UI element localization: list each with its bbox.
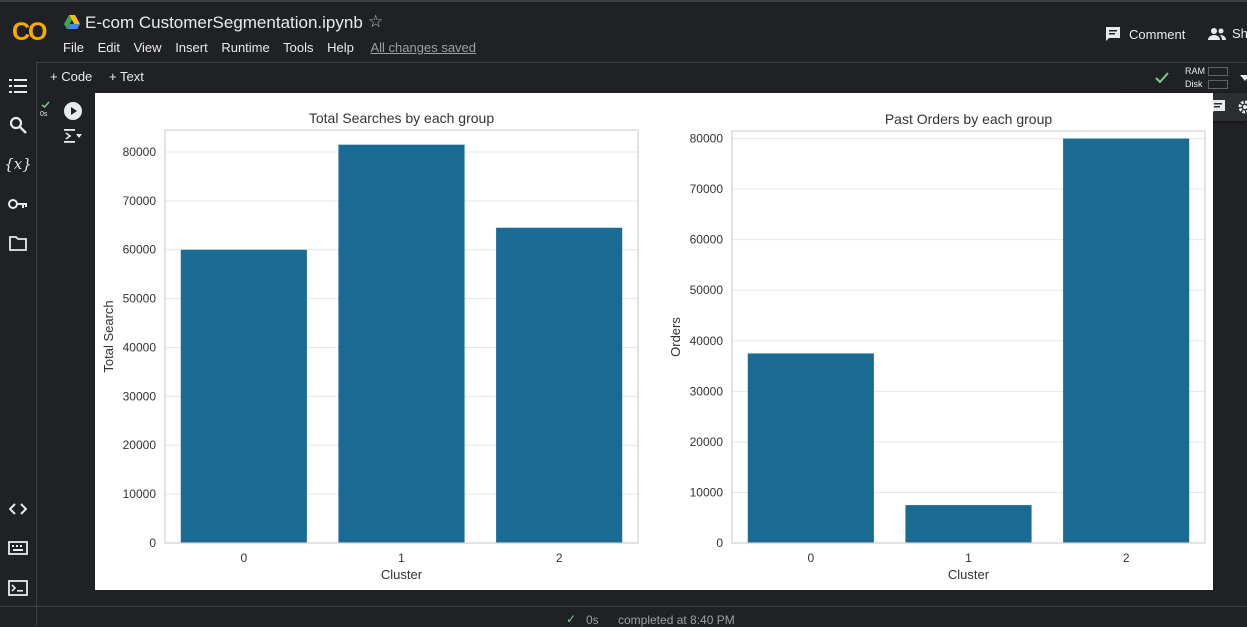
add-code-button[interactable]: + Code — [50, 69, 92, 84]
left-sidebar: {x} — [0, 62, 37, 626]
menu-bar: File Edit View Insert Runtime Tools Help… — [63, 40, 486, 55]
chart1-bar-0 — [180, 249, 307, 544]
chart1-bar-2 — [496, 227, 623, 544]
chart2-y-tick-label: 0 — [716, 536, 723, 550]
cell-gutter: 0s — [37, 93, 95, 593]
chart1-x-tick-label: 2 — [556, 551, 563, 565]
chart2-y-axis-label: Orders — [668, 317, 683, 357]
chart2-y-tick-label: 60000 — [690, 233, 724, 247]
chart1-x-tick-label: 1 — [398, 551, 405, 565]
chart1-y-tick-label: 60000 — [123, 243, 157, 257]
chart2-y-tick-label: 30000 — [690, 384, 724, 398]
menu-tools[interactable]: Tools — [283, 40, 313, 55]
chart1-y-tick-label: 40000 — [123, 340, 157, 354]
save-status[interactable]: All changes saved — [371, 40, 477, 55]
chart1-y-tick-label: 80000 — [123, 145, 157, 159]
ram-bar — [1208, 67, 1228, 76]
chart1-title: Total Searches by each group — [309, 110, 494, 126]
chart2-x-axis-label: Cluster — [948, 567, 990, 582]
status-bar: ✓ 0s completed at 8:40 PM — [0, 606, 1247, 627]
connected-check-icon — [1155, 72, 1169, 83]
chart2-y-tick-label: 10000 — [690, 485, 724, 499]
search-icon[interactable] — [8, 115, 28, 135]
folder-icon[interactable] — [8, 233, 28, 253]
code-snippets-icon[interactable] — [8, 499, 28, 519]
comment-icon — [1106, 27, 1120, 41]
chart1-y-tick-label: 0 — [149, 536, 156, 550]
chart2-y-tick-label: 40000 — [690, 334, 724, 348]
share-label: Sh — [1232, 26, 1247, 41]
people-icon — [1208, 28, 1226, 40]
chart2-bar-2 — [1063, 138, 1190, 543]
command-palette-icon[interactable] — [8, 538, 28, 558]
menu-view[interactable]: View — [134, 40, 162, 55]
resources-indicator[interactable]: RAM Disk — [1155, 65, 1247, 91]
status-time: 0s — [586, 613, 599, 627]
menu-file[interactable]: File — [63, 40, 84, 55]
menu-edit[interactable]: Edit — [98, 40, 120, 55]
logo-text: CO — [12, 18, 47, 46]
chart2-y-tick-label: 20000 — [690, 435, 724, 449]
chart1-x-axis-label: Cluster — [381, 567, 423, 582]
status-text: completed at 8:40 PM — [618, 613, 735, 627]
execution-check-icon — [41, 101, 50, 108]
settings-icon[interactable] — [1237, 99, 1247, 115]
colab-logo[interactable]: CO — [12, 16, 52, 46]
chart1-y-tick-label: 70000 — [123, 194, 157, 208]
chart2-y-tick-label: 80000 — [690, 132, 724, 146]
cell-output: 0 10000 20000 30000 40000 50000 60000 70000 8000… — [95, 93, 1213, 590]
chart2-x-tick-label: 2 — [1123, 551, 1130, 565]
chart2-y-tick-label: 50000 — [690, 283, 724, 297]
chart1-y-tick-label: 20000 — [123, 438, 157, 452]
share-button[interactable]: Sh — [1208, 26, 1247, 41]
output-menu-icon[interactable] — [64, 128, 82, 144]
chart2-bar-0 — [747, 353, 874, 543]
chart1-y-tick-label: 30000 — [123, 389, 157, 403]
menu-insert[interactable]: Insert — [175, 40, 208, 55]
status-check-icon: ✓ — [566, 612, 577, 626]
menu-help[interactable]: Help — [327, 40, 354, 55]
notebook-title[interactable]: E-com CustomerSegmentation.ipynb — [85, 13, 363, 33]
drive-icon[interactable] — [64, 15, 80, 29]
chart1-bar-1 — [338, 144, 465, 543]
disk-label: Disk — [1185, 79, 1203, 89]
chart2-x-tick-label: 0 — [807, 551, 814, 565]
secrets-key-icon[interactable] — [8, 194, 28, 214]
comment-button[interactable]: Comment — [1105, 26, 1185, 42]
comment-label: Comment — [1129, 27, 1186, 42]
add-text-button[interactable]: + Text — [109, 69, 144, 84]
execution-time: 0s — [40, 111, 48, 118]
toc-icon[interactable] — [8, 76, 28, 96]
chart1-y-tick-label: 10000 — [123, 487, 157, 501]
app-header: CO E-com CustomerSegmentation.ipynb ☆ Fi… — [0, 0, 1247, 62]
run-cell-icon[interactable] — [64, 102, 82, 120]
terminal-icon[interactable] — [8, 578, 28, 598]
chart2-bar-1 — [905, 505, 1032, 543]
notebook-toolbar: + Code + Text RAM Disk — [37, 62, 1247, 92]
variables-icon[interactable]: {x} — [4, 154, 32, 174]
chart2-y-tick-label: 70000 — [690, 182, 724, 196]
star-icon[interactable]: ☆ — [368, 12, 383, 32]
menu-runtime[interactable]: Runtime — [221, 40, 269, 55]
chevron-down-icon[interactable] — [1240, 75, 1247, 81]
chart2-x-tick-label: 1 — [965, 551, 972, 565]
chart1-x-tick-label: 0 — [240, 551, 247, 565]
ram-label: RAM — [1185, 66, 1205, 76]
disk-bar — [1208, 80, 1228, 89]
charts-figure: 0 10000 20000 30000 40000 50000 60000 70000 8000… — [101, 110, 1206, 582]
chart1-y-tick-label: 50000 — [123, 292, 157, 306]
chart2-title: Past Orders by each group — [885, 111, 1053, 127]
chart1-y-axis-label: Total Search — [101, 300, 116, 372]
